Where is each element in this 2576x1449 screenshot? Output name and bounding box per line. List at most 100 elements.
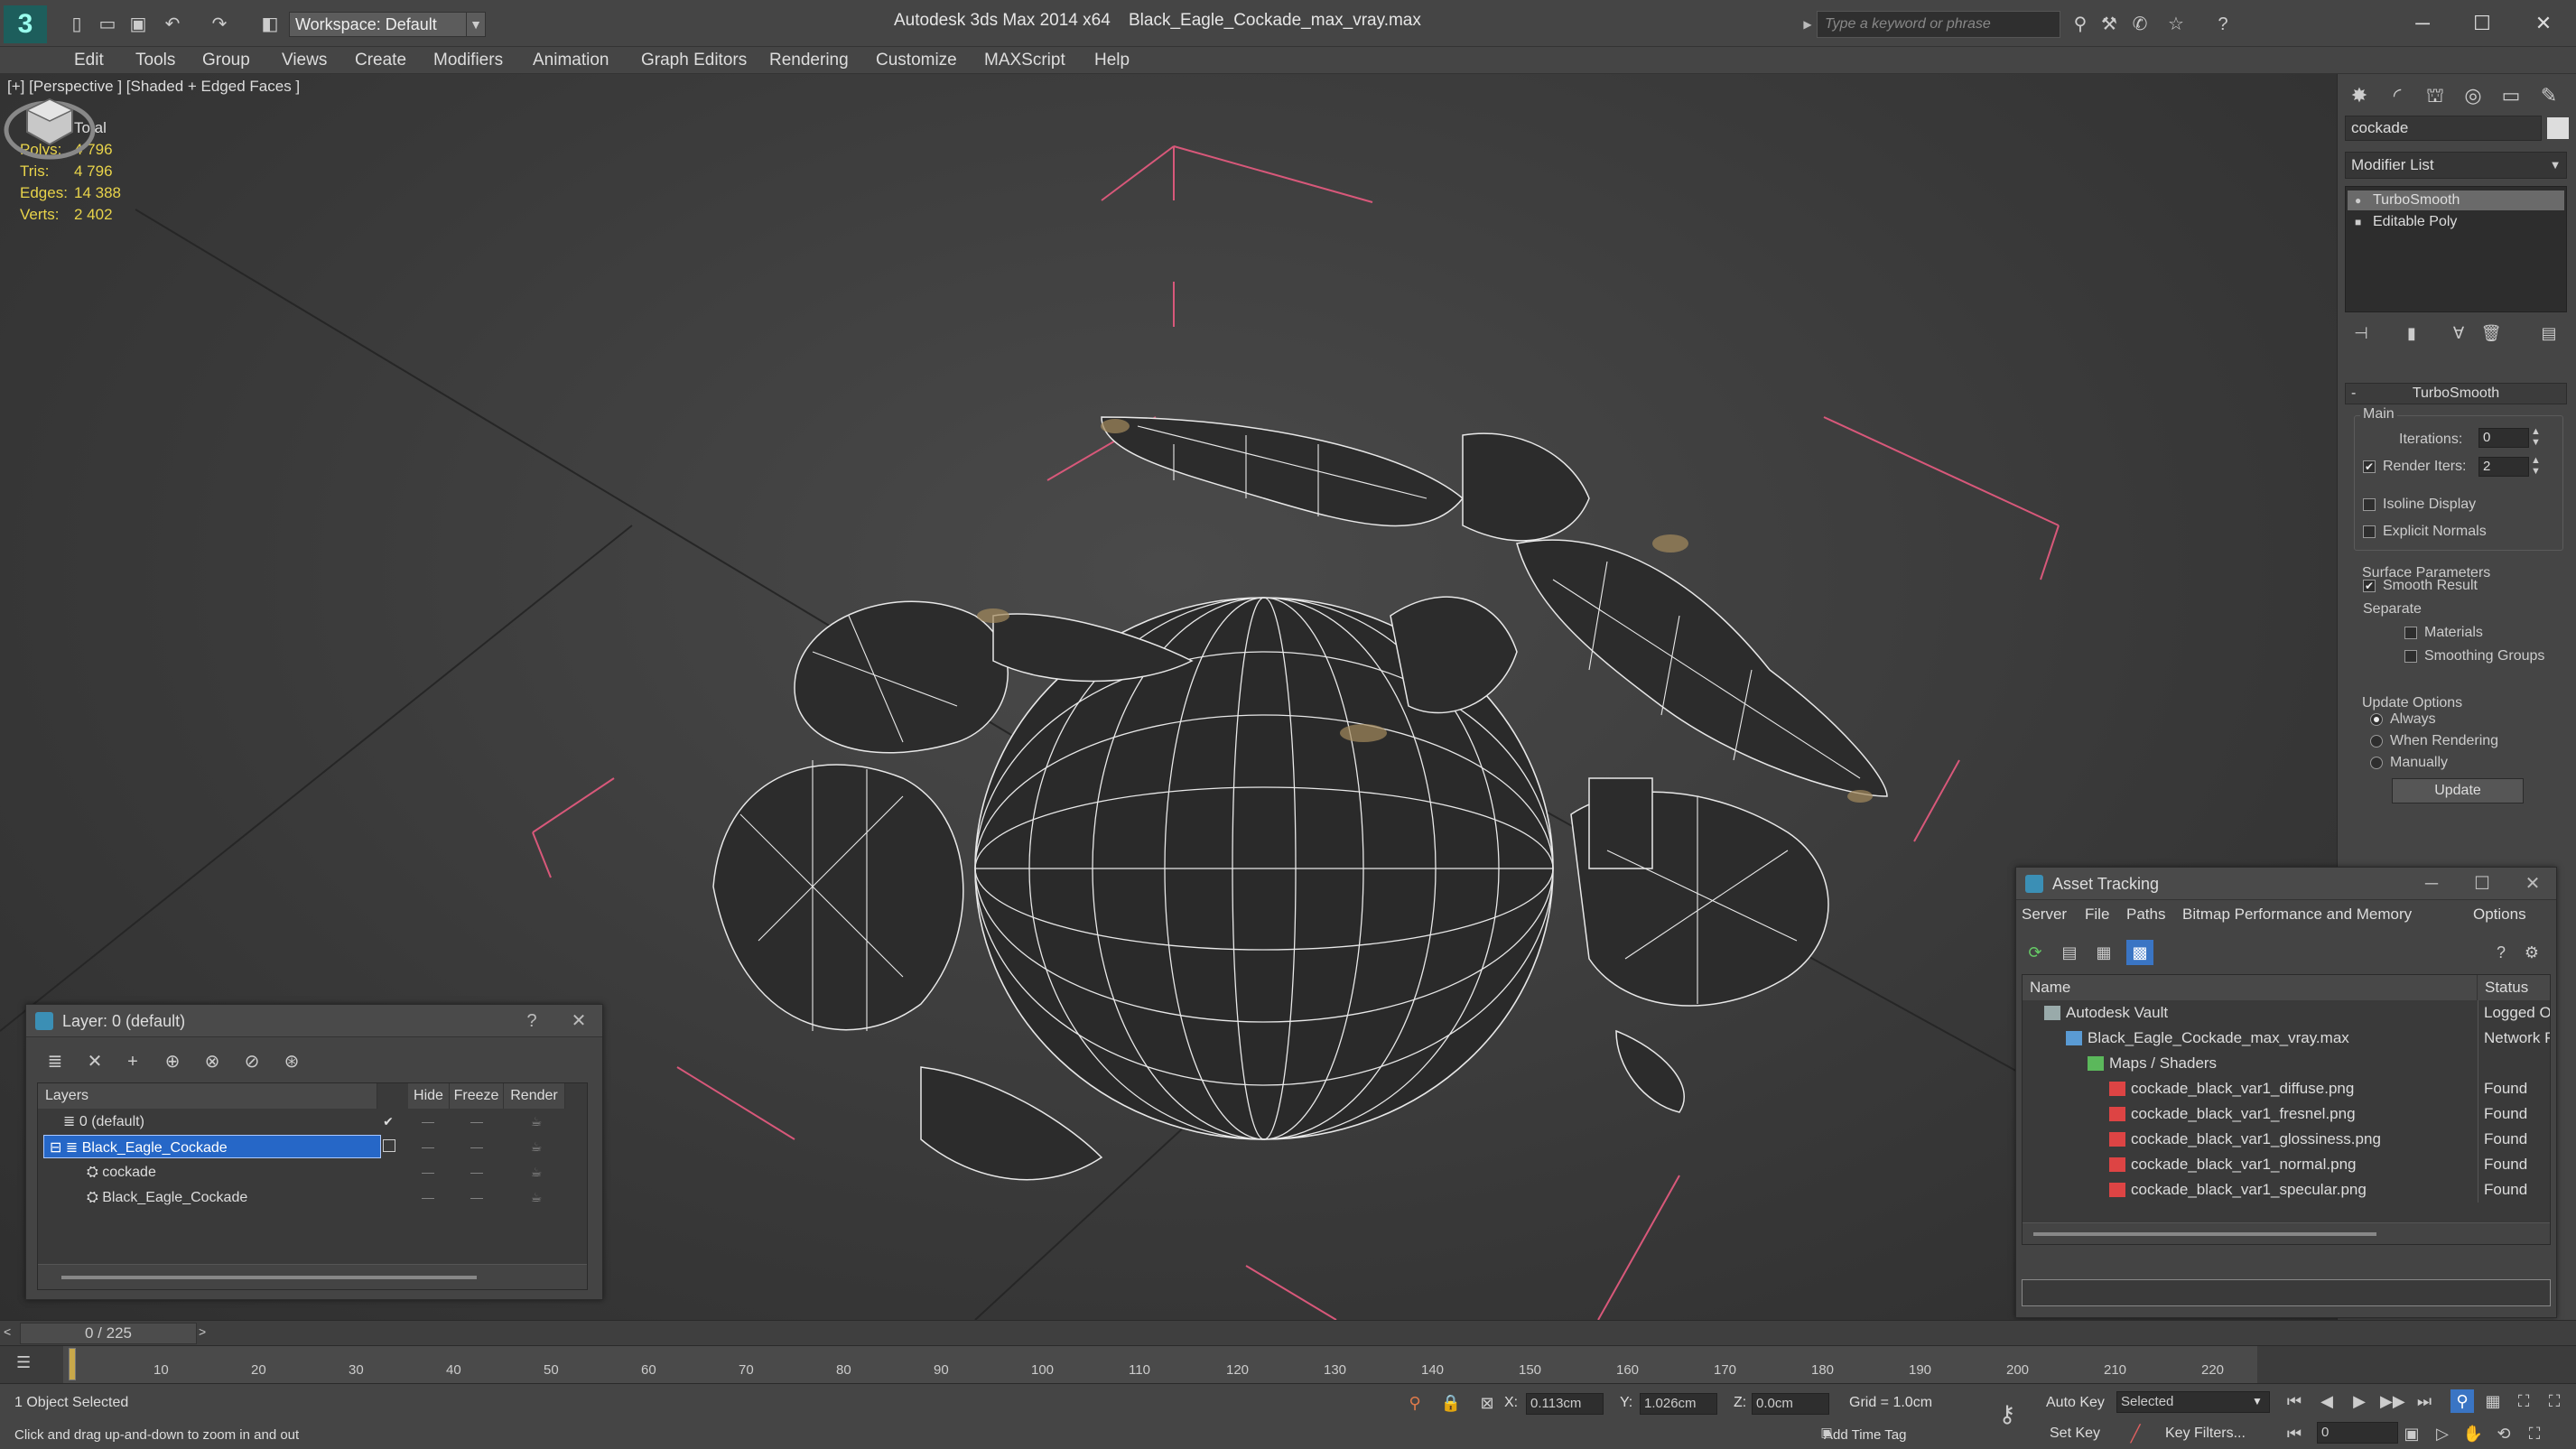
expand-plus-icon[interactable]: ■ [2355,217,2366,228]
layer-row[interactable]: ⛭ Black_Eagle_Cockade — — ☕ [38,1184,587,1210]
scrollbar-thumb[interactable] [2033,1232,2376,1236]
table-view-icon[interactable]: ▩ [2126,940,2153,965]
chevron-down-icon[interactable]: ▼ [466,12,486,37]
select-objects-icon[interactable]: ⊕ [156,1048,189,1075]
zoom-extents-icon[interactable]: ⛶ [2512,1389,2535,1413]
current-layer-check-icon[interactable]: ✔ [377,1109,399,1134]
hide-toggle[interactable]: — [417,1134,439,1159]
delete-layer-icon[interactable]: ✕ [79,1048,111,1075]
hierarchy-tab-icon[interactable]: ⛫ [2417,79,2453,112]
add-to-layer-icon[interactable]: + [116,1048,149,1075]
maximize-viewport-icon[interactable]: ⛶ [2523,1422,2546,1445]
undo-icon[interactable]: ↶ [161,13,184,36]
minimize-icon[interactable]: ─ [2413,868,2450,900]
open-file-icon[interactable]: ▭ [96,13,119,36]
orbit-icon[interactable]: ⟲ [2492,1422,2516,1445]
fov-icon[interactable]: ▷ [2431,1422,2454,1445]
utilities-tab-icon[interactable]: ✎ [2531,79,2567,112]
freeze-toggle[interactable]: — [466,1159,488,1184]
chevron-down-icon[interactable]: ▼ [2543,152,2567,179]
create-tab-icon[interactable]: ✸ [2341,79,2377,112]
asset-row[interactable]: cockade_black_var1_fresnel.png Found [2023,1101,2550,1127]
column-status[interactable]: Status [2478,975,2550,1000]
current-frame-marker[interactable] [69,1348,76,1380]
lightbulb-icon[interactable]: ● [2355,195,2366,206]
zoom-icon[interactable]: ⚲ [2450,1389,2474,1413]
asset-row[interactable]: Black_Eagle_Cockade_max_vray.max Network … [2023,1026,2550,1051]
smooth-result-checkbox[interactable]: ✔ [2363,580,2376,592]
help-icon[interactable]: ? [2210,13,2236,36]
x-coordinate-field[interactable]: 0.113cm [1526,1393,1604,1415]
slider-left-icon[interactable]: < [4,1324,11,1339]
hide-toggle[interactable]: — [417,1109,439,1134]
current-frame-field[interactable]: 0 [2317,1422,2398,1444]
list-view-icon[interactable]: ▤ [2056,940,2083,965]
favorites-star-icon[interactable]: ☆ [2163,13,2189,36]
freeze-all-icon[interactable]: ⊛ [275,1048,308,1075]
isoline-display-checkbox[interactable] [2363,498,2376,511]
asset-row[interactable]: cockade_black_var1_glossiness.png Found [2023,1127,2550,1152]
slider-right-icon[interactable]: > [199,1324,206,1339]
chevron-down-icon[interactable]: ▼ [2252,1395,2263,1407]
search-input[interactable]: Type a keyword or phrase [1817,11,2060,38]
time-slider[interactable]: < 0 / 225 > [0,1320,2576,1345]
horizontal-scrollbar[interactable] [38,1264,587,1289]
goto-start-icon[interactable]: ⏮ [2283,1389,2306,1413]
modifier-list-dropdown[interactable]: Modifier List [2345,152,2567,179]
freeze-toggle[interactable]: — [466,1184,488,1210]
zoom-extents-all-icon[interactable]: ⛶ [2543,1389,2566,1413]
display-tab-icon[interactable]: ▭ [2493,79,2529,112]
render-teapot-icon[interactable]: ☕ [525,1134,547,1159]
pan-icon[interactable]: ✋ [2461,1422,2485,1445]
key-icon[interactable]: ⚷ [1995,1402,2019,1426]
close-icon[interactable]: ✕ [561,1005,597,1037]
asset-row[interactable]: Autodesk Vault Logged O [2023,1000,2550,1026]
object-color-swatch[interactable] [2547,117,2569,139]
object-name-input[interactable]: cockade [2345,116,2542,141]
redo-icon[interactable]: ↷ [208,13,231,36]
stack-item-turbosmooth[interactable]: ● TurboSmooth [2348,190,2564,210]
set-key-button[interactable]: Set Key [2050,1426,2100,1442]
key-mode-toggle-icon[interactable]: ⏮ [2283,1422,2306,1445]
update-button[interactable]: Update [2392,778,2524,803]
time-config-icon[interactable]: ▣ [2400,1422,2423,1445]
render-teapot-icon[interactable]: ☕ [525,1159,547,1184]
horizontal-scrollbar[interactable] [2023,1222,2550,1244]
next-frame-icon[interactable]: ▶▶ [2380,1389,2405,1413]
column-name[interactable]: Name [2023,975,2478,1000]
layer-row[interactable]: ≣ 0 (default) ✔ — — ☕ [38,1109,587,1134]
make-unique-icon[interactable]: ∀ [2446,321,2471,345]
render-iters-spinner[interactable]: 2 [2478,457,2529,477]
layer-row[interactable]: ⊟ ≣ Black_Eagle_Cockade — — ☕ [38,1134,587,1159]
z-coordinate-field[interactable]: 0.0cm [1752,1393,1829,1415]
minimize-icon[interactable]: ─ [2393,5,2452,42]
set-key-icon[interactable]: ╱ [2124,1422,2147,1445]
configure-sets-icon[interactable]: ▤ [2536,321,2562,345]
close-icon[interactable]: ✕ [2514,5,2573,42]
current-layer-box[interactable] [383,1139,395,1152]
save-file-icon[interactable]: ▣ [126,13,150,36]
previous-frame-icon[interactable]: ◀ [2315,1389,2339,1413]
binoculars-icon[interactable]: ⚲ [2068,13,2093,36]
help-icon[interactable]: ? [514,1005,550,1037]
menu-tools[interactable]: Tools [135,49,175,72]
key-mode-dropdown[interactable]: Selected [2116,1391,2270,1413]
subscription-icon[interactable]: ⚒ [2097,13,2122,36]
menu-modifiers[interactable]: Modifiers [433,49,503,72]
menu-maxscript[interactable]: MAXScript [984,49,1065,72]
menu-server[interactable]: Server [2022,906,2067,924]
asset-row[interactable]: cockade_black_var1_specular.png Found [2023,1177,2550,1203]
layer-row[interactable]: ⛭ cockade — — ☕ [38,1159,587,1184]
asset-row[interactable]: cockade_black_var1_diffuse.png Found [2023,1076,2550,1101]
always-radio[interactable] [2370,713,2383,726]
transform-mode-icon[interactable]: ⊠ [1475,1391,1499,1415]
new-file-icon[interactable]: ▯ [65,13,88,36]
refresh-icon[interactable]: ⟳ [2022,940,2049,965]
create-layer-icon[interactable]: ≣ [39,1048,71,1075]
menu-create[interactable]: Create [355,49,406,72]
menu-graph-editors[interactable]: Graph Editors [641,49,747,72]
time-slider-handle[interactable]: 0 / 225 [20,1323,197,1344]
menu-paths[interactable]: Paths [2126,906,2165,924]
lock-icon[interactable]: 🔒 [1439,1391,1463,1415]
render-teapot-icon[interactable]: ☕ [525,1184,547,1210]
